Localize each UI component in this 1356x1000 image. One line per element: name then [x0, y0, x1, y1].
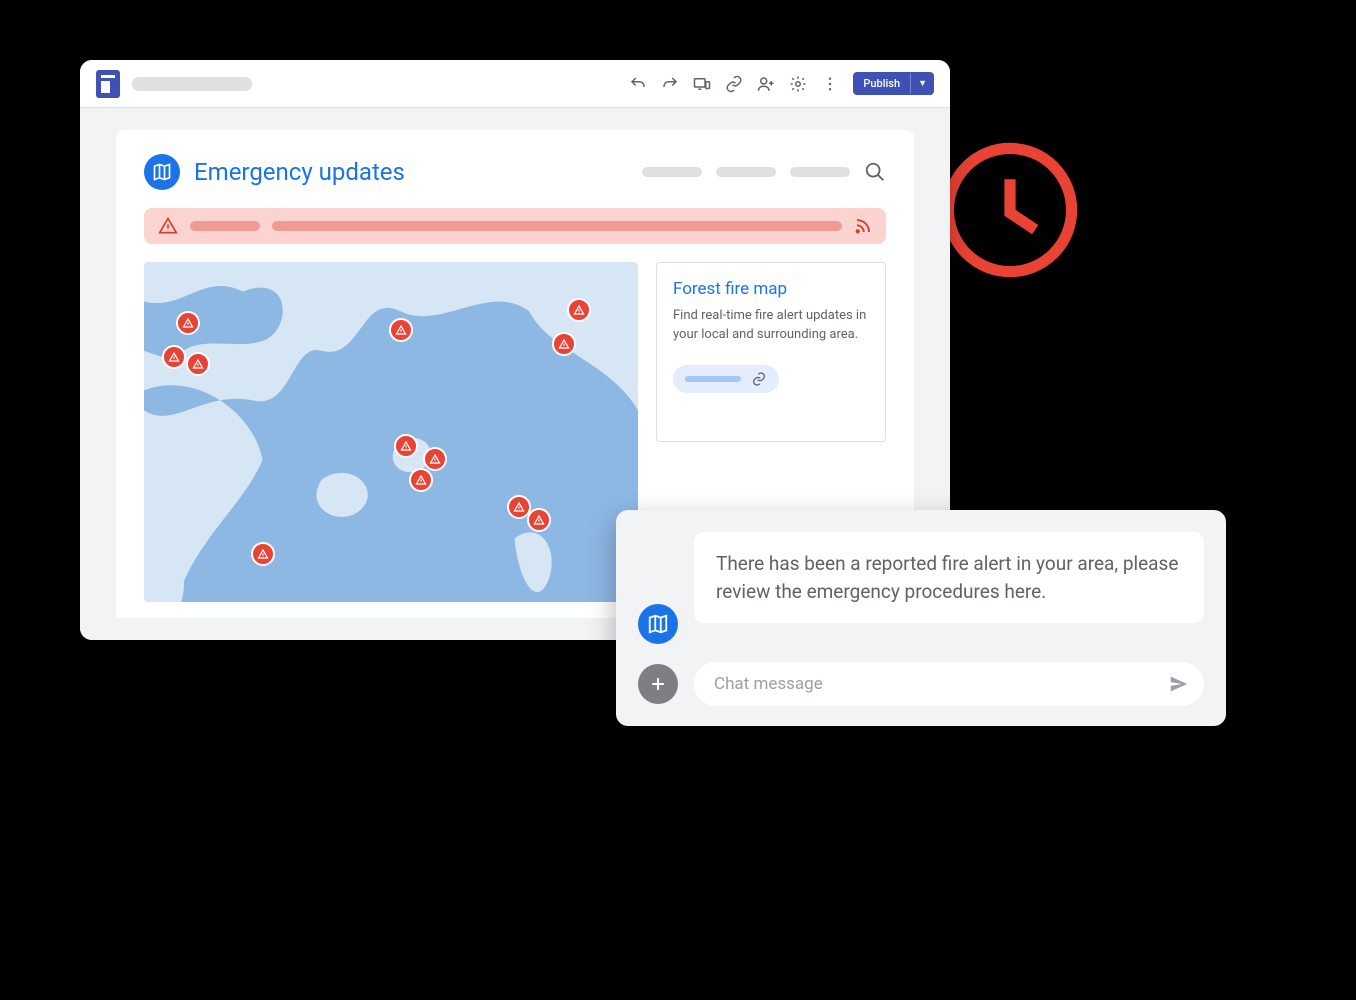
chat-message-row: There has been a reported fire alert in … — [638, 532, 1204, 644]
page-title: Emergency updates — [194, 158, 405, 186]
nav-placeholder — [716, 167, 776, 177]
map[interactable] — [144, 262, 638, 602]
publish-button[interactable]: Publish ▼ — [853, 72, 934, 95]
link-icon[interactable] — [725, 75, 743, 93]
chat-input[interactable]: Chat message — [694, 662, 1204, 706]
more-icon[interactable] — [821, 75, 839, 93]
send-icon[interactable] — [1168, 673, 1190, 695]
fire-pin[interactable] — [552, 332, 576, 356]
warning-icon — [158, 216, 178, 236]
fire-pin[interactable] — [394, 434, 418, 458]
attach-button[interactable] — [638, 664, 678, 704]
gear-icon[interactable] — [789, 75, 807, 93]
alert-text-placeholder — [272, 221, 842, 231]
app-icon — [96, 70, 120, 98]
fire-pin[interactable] — [251, 542, 275, 566]
chat-input-row: Chat message — [638, 662, 1204, 706]
chat-input-placeholder: Chat message — [714, 674, 1168, 694]
fire-pin[interactable] — [176, 311, 200, 335]
info-card: Forest fire map Find real-time fire aler… — [656, 262, 886, 442]
map-circle-icon — [144, 154, 180, 190]
chat-bubble: There has been a reported fire alert in … — [694, 532, 1204, 623]
card-link-pill[interactable] — [673, 365, 779, 393]
nav-placeholder — [642, 167, 702, 177]
add-person-icon[interactable] — [757, 75, 775, 93]
publish-label: Publish — [853, 72, 910, 95]
bot-avatar — [638, 604, 678, 644]
fire-pin[interactable] — [527, 508, 551, 532]
undo-icon[interactable] — [629, 75, 647, 93]
toolbar: Publish ▼ — [80, 60, 950, 108]
card-title: Forest fire map — [673, 279, 869, 299]
devices-icon[interactable] — [693, 75, 711, 93]
alert-text-placeholder — [190, 221, 260, 231]
card-body: Find real-time fire alert updates in you… — [673, 307, 869, 345]
pill-text-placeholder — [685, 376, 741, 382]
fire-pin[interactable] — [389, 318, 413, 342]
nav-placeholders — [642, 161, 886, 183]
link-icon — [751, 371, 767, 387]
chat-message-text: There has been a reported fire alert in … — [716, 552, 1178, 603]
document-title-placeholder — [132, 77, 252, 91]
page-header: Emergency updates — [144, 154, 886, 190]
redo-icon[interactable] — [661, 75, 679, 93]
fire-pin[interactable] — [567, 298, 591, 322]
rss-icon[interactable] — [854, 217, 872, 235]
publish-caret-icon[interactable]: ▼ — [910, 73, 934, 94]
clock-icon — [940, 140, 1080, 280]
nav-placeholder — [790, 167, 850, 177]
toolbar-icons: Publish ▼ — [629, 72, 934, 95]
fire-pin[interactable] — [409, 468, 433, 492]
fire-pin[interactable] — [186, 352, 210, 376]
alert-banner — [144, 208, 886, 244]
chat-window: There has been a reported fire alert in … — [616, 510, 1226, 726]
fire-pin[interactable] — [162, 345, 186, 369]
search-icon[interactable] — [864, 161, 886, 183]
